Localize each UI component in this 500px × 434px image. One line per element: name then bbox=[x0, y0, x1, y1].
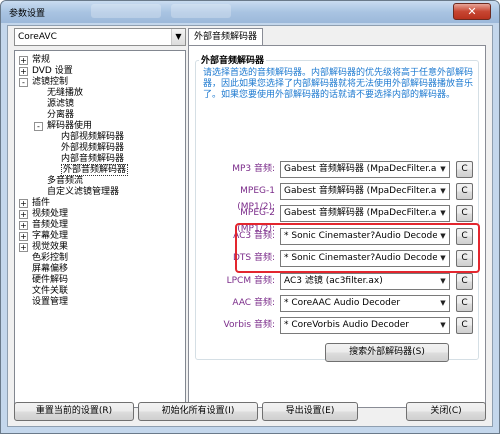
tree-node-visual-effects[interactable]: + 视觉效果 bbox=[19, 242, 68, 253]
chevron-down-icon[interactable]: ▼ bbox=[437, 274, 449, 289]
background-title-ghost bbox=[91, 4, 161, 18]
chevron-down-icon[interactable]: ▼ bbox=[437, 318, 449, 333]
tree-node-hw-decoding[interactable]: 硬件解码 bbox=[32, 275, 68, 286]
window-title: 参数设置 bbox=[9, 9, 46, 19]
window-close-button[interactable]: ✕ bbox=[453, 3, 491, 20]
expand-icon[interactable]: + bbox=[19, 221, 28, 230]
lpcm-decoder-value: AC3 滤镜 (ac3filter.ax) bbox=[284, 276, 383, 286]
background-title-ghost bbox=[171, 4, 231, 18]
aac-decoder-select[interactable]: * CoreAAC Audio Decoder ▼ bbox=[280, 295, 450, 312]
mp3-label: MP3 音频: bbox=[232, 164, 275, 174]
tree-node-audio-processing[interactable]: + 音频处理 bbox=[19, 220, 68, 231]
aac-config-button[interactable]: C bbox=[456, 295, 473, 312]
group-title: 外部音频解码器 bbox=[199, 53, 267, 66]
aac-label: AAC 音频: bbox=[232, 298, 275, 308]
tab-external-audio-decoder[interactable]: 外部音频解码器 bbox=[188, 28, 264, 46]
tree-node-source-filter[interactable]: 源滤镜 bbox=[47, 99, 74, 110]
expand-icon[interactable]: + bbox=[19, 210, 28, 219]
tree-node-decoder-usage[interactable]: - 解码器使用 bbox=[34, 121, 92, 132]
chevron-down-icon[interactable]: ▼ bbox=[437, 162, 449, 177]
tree-node-external-video[interactable]: 外部视频解码器 bbox=[61, 143, 124, 154]
description-text: 请选择首选的音频解码器。内部解码器的优先级将高于任意外部解码器，因此如果您选择了… bbox=[203, 68, 474, 100]
expand-icon[interactable]: + bbox=[19, 232, 28, 241]
chevron-down-icon[interactable]: ▼ bbox=[437, 206, 449, 221]
vorbis-label: Vorbis 音频: bbox=[223, 320, 275, 330]
collapse-icon[interactable]: - bbox=[34, 122, 43, 131]
mpeg2-decoder-value: Gabest 音频解码器 (MpaDecFilter.ax) bbox=[284, 208, 446, 218]
tree-node-file-assoc[interactable]: 文件关联 bbox=[32, 286, 68, 297]
tree-node-external-audio[interactable]: 外部音频解码器 bbox=[61, 164, 129, 176]
tree-node-custom-filter[interactable]: 自定义滤镜管理器 bbox=[47, 187, 119, 198]
lpcm-label: LPCM 音频: bbox=[226, 276, 275, 286]
reset-all-button[interactable]: 初始化所有设置(I) bbox=[138, 402, 258, 421]
expand-icon[interactable]: + bbox=[19, 67, 28, 76]
tree-node-video-processing[interactable]: + 视频处理 bbox=[19, 209, 68, 220]
mpeg2-decoder-select[interactable]: Gabest 音频解码器 (MpaDecFilter.ax) ▼ bbox=[280, 205, 450, 222]
tree-node-plugins[interactable]: + 插件 bbox=[19, 198, 50, 209]
mpeg1-decoder-value: Gabest 音频解码器 (MpaDecFilter.ax) bbox=[284, 186, 446, 196]
vorbis-decoder-value: * CoreVorbis Audio Decoder bbox=[284, 320, 409, 330]
tree-node-settings-mgmt[interactable]: 设置管理 bbox=[32, 297, 68, 308]
settings-tree[interactable]: + 常规 + DVD 设置 - 滤镜控制 无缝播放 源滤镜 分离器 - 解码器使用 内部… bbox=[14, 50, 186, 408]
mp3-decoder-select[interactable]: Gabest 音频解码器 (MpaDecFilter.ax) ▼ bbox=[280, 161, 450, 178]
highlight-box bbox=[235, 223, 480, 273]
lpcm-config-button[interactable]: C bbox=[456, 273, 473, 290]
tree-node-internal-video[interactable]: 内部视频解码器 bbox=[61, 132, 124, 143]
tree-node-general[interactable]: + 常规 bbox=[19, 55, 50, 66]
aac-decoder-value: * CoreAAC Audio Decoder bbox=[284, 298, 401, 308]
lpcm-decoder-select[interactable]: AC3 滤镜 (ac3filter.ax) ▼ bbox=[280, 273, 450, 290]
reset-current-button[interactable]: 重置当前的设置(R) bbox=[14, 402, 134, 421]
mp3-decoder-value: Gabest 音频解码器 (MpaDecFilter.ax) bbox=[284, 164, 446, 174]
vorbis-decoder-select[interactable]: * CoreVorbis Audio Decoder ▼ bbox=[280, 317, 450, 334]
mp3-config-button[interactable]: C bbox=[456, 161, 473, 178]
chevron-down-icon[interactable]: ▼ bbox=[171, 29, 185, 45]
expand-icon[interactable]: + bbox=[19, 243, 28, 252]
tree-node-dvd[interactable]: + DVD 设置 bbox=[19, 66, 73, 77]
tree-node-splitter[interactable]: 分离器 bbox=[47, 110, 74, 121]
mpeg1-decoder-select[interactable]: Gabest 音频解码器 (MpaDecFilter.ax) ▼ bbox=[280, 183, 450, 200]
collapse-icon[interactable]: - bbox=[19, 78, 28, 87]
tree-node-color-control[interactable]: 色彩控制 bbox=[32, 253, 68, 264]
expand-icon[interactable]: + bbox=[19, 199, 28, 208]
chevron-down-icon[interactable]: ▼ bbox=[437, 184, 449, 199]
tree-node-subtitle[interactable]: + 字幕处理 bbox=[19, 231, 68, 242]
mpeg1-config-button[interactable]: C bbox=[456, 183, 473, 200]
tree-node-multi-audio[interactable]: 多音频流 bbox=[47, 176, 83, 187]
search-external-decoders-button[interactable]: 搜索外部解码器(S) bbox=[325, 343, 449, 362]
tree-node-screen-offset[interactable]: 屏幕偏移 bbox=[32, 264, 68, 275]
client-area: CoreAVC ▼ + 常规 + DVD 设置 - 滤镜控制 无缝播放 源滤镜 分离器… bbox=[7, 25, 493, 427]
mpeg2-config-button[interactable]: C bbox=[456, 205, 473, 222]
settings-window: 参数设置 ✕ CoreAVC ▼ + 常规 + DVD 设置 - 滤镜控制 无缝播放 … bbox=[0, 0, 500, 434]
close-button[interactable]: 关闭(C) bbox=[406, 402, 486, 421]
expand-icon[interactable]: + bbox=[19, 56, 28, 65]
title-bar[interactable]: 参数设置 ✕ bbox=[1, 1, 499, 23]
decoder-profile-value: CoreAVC bbox=[18, 32, 57, 42]
tree-node-seamless[interactable]: 无缝播放 bbox=[47, 88, 83, 99]
vorbis-config-button[interactable]: C bbox=[456, 317, 473, 334]
tree-node-filter-control[interactable]: - 滤镜控制 bbox=[19, 77, 68, 88]
chevron-down-icon[interactable]: ▼ bbox=[437, 296, 449, 311]
export-settings-button[interactable]: 导出设置(E) bbox=[262, 402, 358, 421]
decoder-profile-select[interactable]: CoreAVC ▼ bbox=[14, 28, 186, 46]
